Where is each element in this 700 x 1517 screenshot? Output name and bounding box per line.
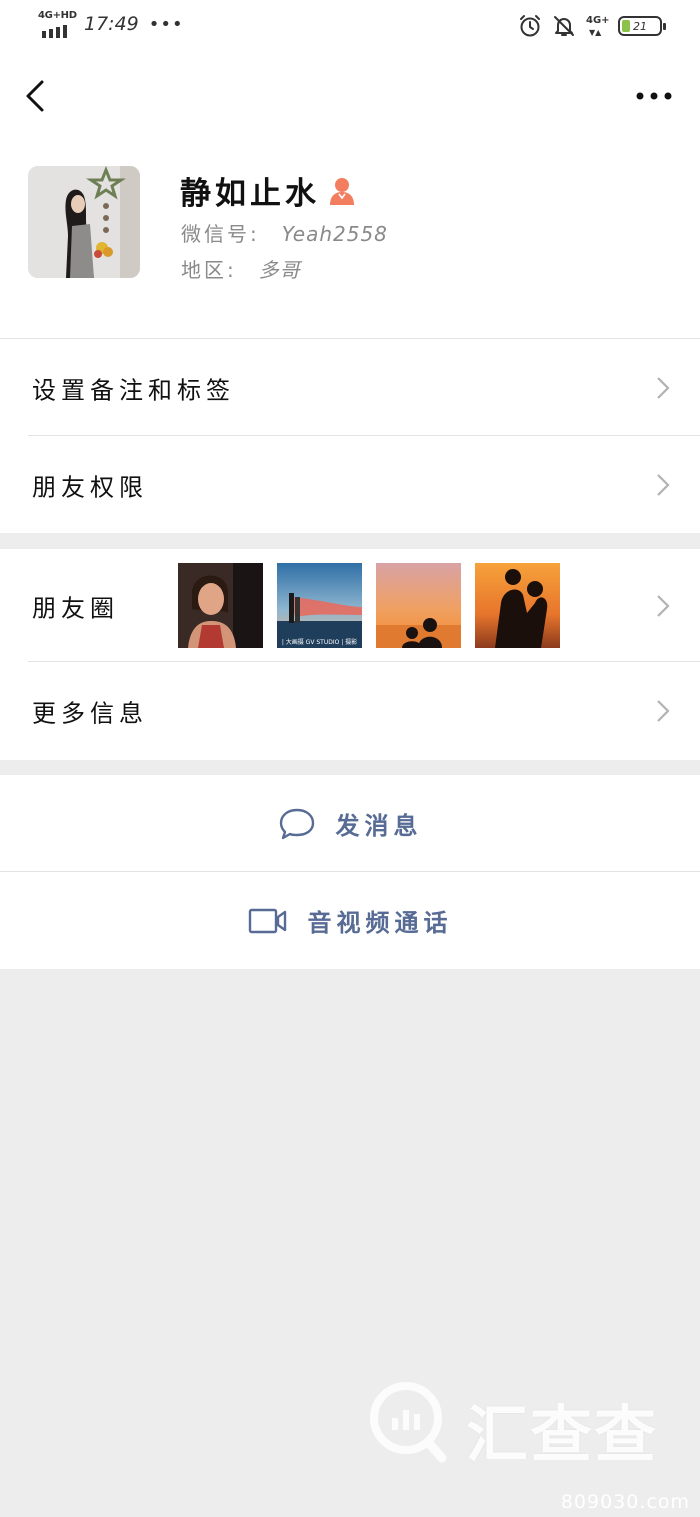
- more-info-row[interactable]: 更多信息: [0, 662, 700, 759]
- watermark: 汇查查: [368, 1380, 668, 1471]
- status-more-dots: •••: [148, 13, 184, 35]
- region-value: 多哥: [258, 258, 301, 282]
- remark-tags-row[interactable]: 设置备注和标签: [0, 339, 700, 436]
- send-message-button[interactable]: 发消息: [0, 775, 700, 872]
- battery-icon: 21: [618, 16, 666, 36]
- back-arrow-icon[interactable]: [18, 74, 58, 118]
- female-icon: [330, 177, 354, 205]
- moments-photo-4: [475, 563, 560, 648]
- avatar[interactable]: [28, 166, 140, 278]
- chat-bubble-icon: [279, 808, 314, 839]
- chevron-right-icon: [657, 699, 670, 722]
- wechat-id: Yeah2558: [281, 222, 388, 246]
- moments-photo-2: | 大画摄 GV STUDIO | 摄影: [277, 563, 362, 648]
- moments-group: 朋友圈 | 大画摄 GV STUDIO | 摄影 更多信息: [0, 549, 700, 760]
- chevron-right-icon: [657, 376, 670, 399]
- profile-header: 静如止水 微信号: Yeah2558 地区: 多哥: [0, 150, 700, 300]
- actions-group: 发消息 音视频通话: [0, 775, 700, 969]
- signal-icon: 4G+HD: [38, 10, 78, 38]
- video-call-button[interactable]: 音视频通话: [0, 872, 700, 969]
- watermark-site: 809030.com: [560, 1491, 690, 1513]
- status-bar: 4G+HD 17:49 ••• 4G+ ▼▲ 21: [0, 0, 700, 52]
- friend-permissions-row[interactable]: 朋友权限: [0, 436, 700, 533]
- chevron-right-icon: [657, 594, 670, 617]
- watermark-brand: 汇查查: [466, 1398, 659, 1471]
- mobile-data-icon: 4G+ ▼▲: [586, 15, 610, 37]
- nav-bar: [0, 64, 700, 128]
- settings-group: 设置备注和标签 朋友权限: [0, 338, 700, 533]
- chevron-right-icon: [657, 473, 670, 496]
- status-time: 17:49: [84, 13, 139, 35]
- moments-photo-3: [376, 563, 461, 648]
- moments-photo-1: [178, 563, 263, 648]
- brand-logo-icon: [370, 1382, 447, 1463]
- alarm-icon: [520, 15, 540, 37]
- mute-bell-icon: [554, 16, 574, 36]
- region-line: 地区: 多哥: [181, 258, 301, 282]
- wechat-id-line: 微信号: Yeah2558: [181, 222, 388, 246]
- moments-row[interactable]: 朋友圈 | 大画摄 GV STUDIO | 摄影: [0, 549, 700, 662]
- video-camera-icon: [248, 908, 286, 933]
- nickname: 静如止水: [180, 176, 320, 212]
- more-options-icon[interactable]: [634, 76, 674, 116]
